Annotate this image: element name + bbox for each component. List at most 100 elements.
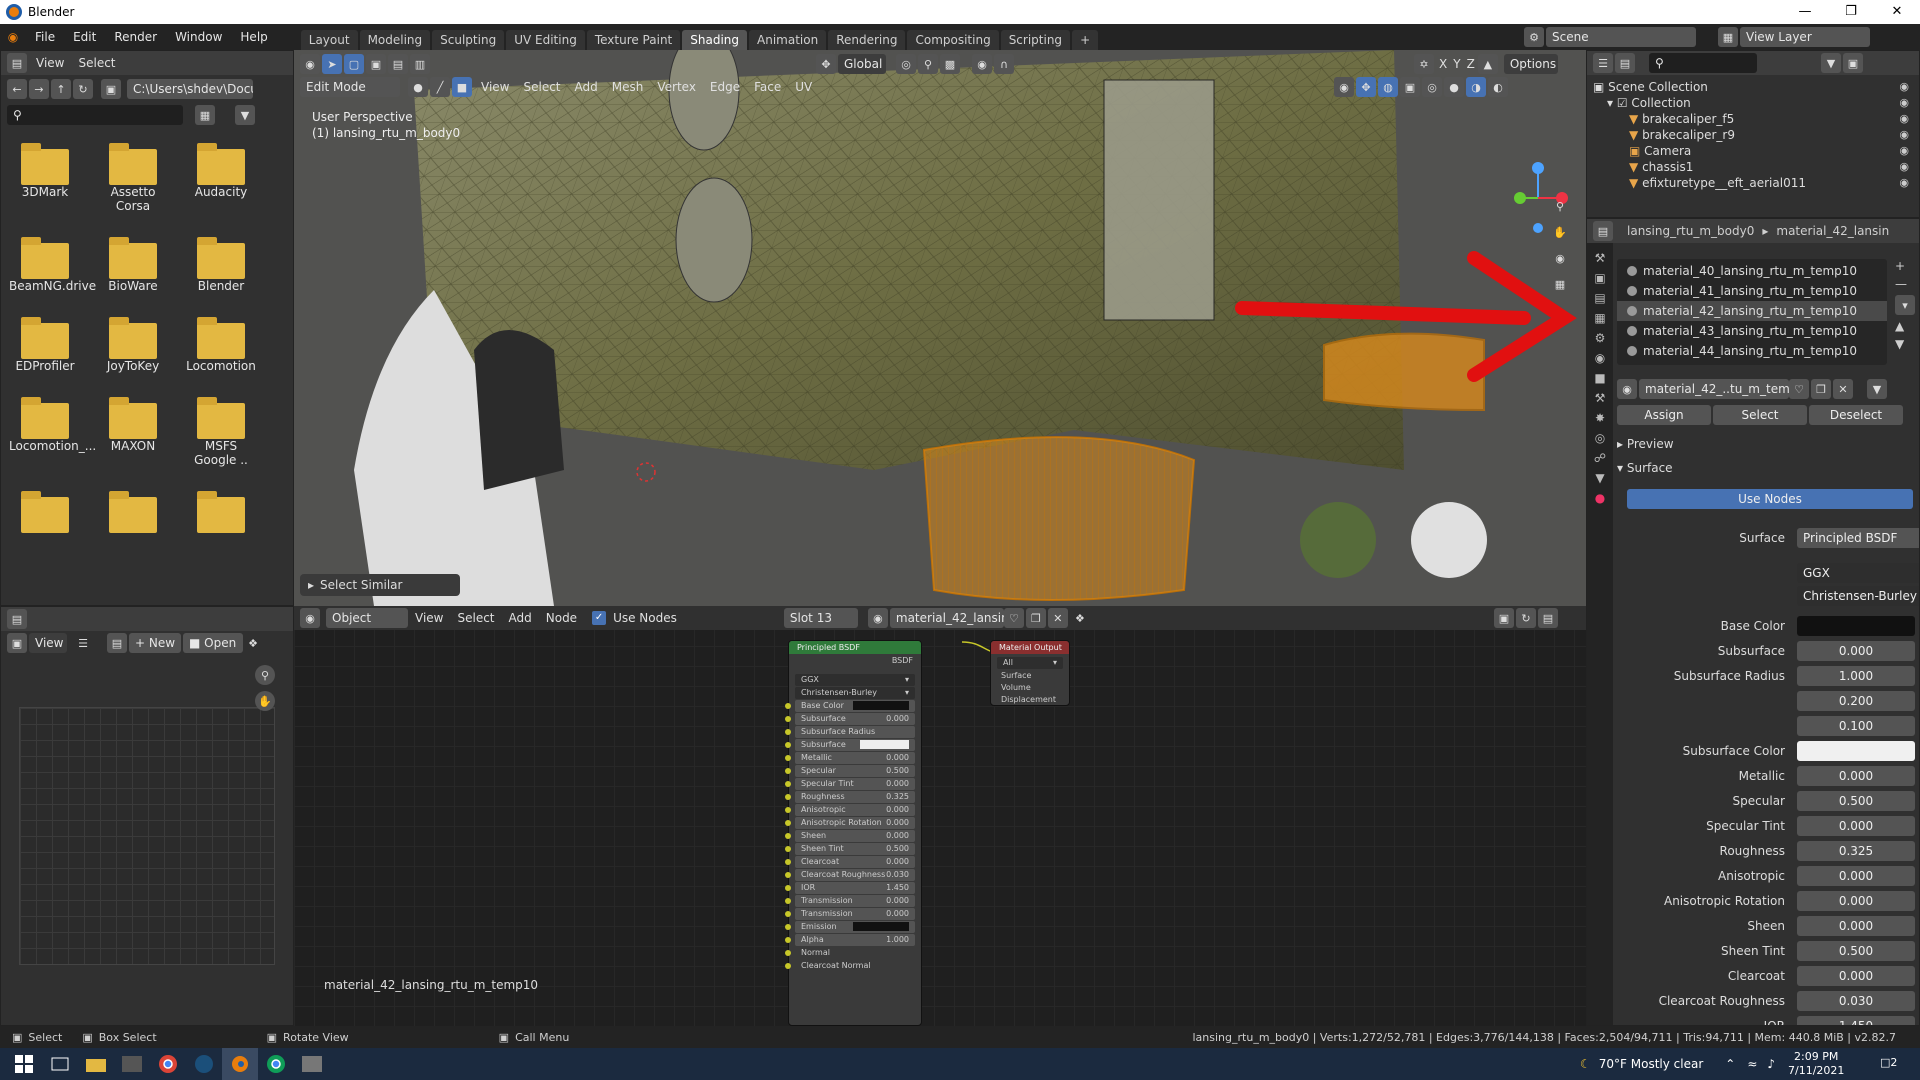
mirror-icon[interactable]: ✡ <box>1414 54 1434 74</box>
input-socket[interactable] <box>785 755 791 761</box>
transform-orientation-icon[interactable]: ✥ <box>816 54 836 74</box>
filter-icon[interactable]: ▼ <box>235 105 255 125</box>
material-output-node[interactable]: Material Output All ▾ Surface Volume Disp… <box>990 640 1070 706</box>
windows-start-icon[interactable] <box>6 1048 42 1080</box>
input-socket[interactable] <box>785 742 791 748</box>
zoom-icon[interactable]: ⚲ <box>1550 196 1570 216</box>
property-value-field[interactable]: 0.500 <box>1797 790 1915 811</box>
volume-icon[interactable]: ♪ <box>1767 1057 1775 1071</box>
outliner-collection[interactable]: ▾ ☑ Collection <box>1587 95 1919 111</box>
outliner-item[interactable]: ▼ brakecaliper_r9 <box>1587 127 1919 143</box>
gizmo-icon[interactable]: ✥ <box>1356 77 1376 97</box>
outliner-item[interactable]: ▼ efixturetype__eft_aerial011 <box>1587 175 1919 191</box>
object-tab-icon[interactable]: ■ <box>1594 371 1605 385</box>
visibility-icon[interactable]: ◉ <box>1334 77 1354 97</box>
input-socket[interactable] <box>785 937 791 943</box>
folder-item[interactable] <box>185 489 257 533</box>
duplicate-material-icon[interactable]: ❐ <box>1025 608 1046 628</box>
bsdf-input-row[interactable]: Emission <box>785 921 915 933</box>
input-socket[interactable] <box>785 924 791 930</box>
blender-menu-icon[interactable]: ◉ <box>0 30 26 44</box>
folder-item[interactable]: MAXON <box>97 395 169 467</box>
vp-menu-add[interactable]: Add <box>568 76 605 98</box>
ortho-toggle-icon[interactable]: ▦ <box>1550 274 1570 294</box>
input-socket[interactable] <box>785 820 791 826</box>
folder-item[interactable]: MSFS Google .. <box>185 395 257 467</box>
proportional-edit-icon[interactable]: ◉ <box>972 54 992 74</box>
output-socket-surface[interactable]: Surface <box>991 670 1069 682</box>
input-socket[interactable] <box>785 846 791 852</box>
add-slot-icon[interactable]: + <box>1895 259 1917 273</box>
folder-item[interactable]: Blender <box>185 235 257 293</box>
bsdf-input-row[interactable]: Clearcoat Roughness 0.030 <box>785 869 915 881</box>
invert-mode-icon[interactable]: ▥ <box>410 54 430 74</box>
property-value-field[interactable] <box>1797 615 1915 636</box>
input-socket[interactable] <box>785 768 791 774</box>
link-type-icon[interactable]: ▼ <box>1867 379 1887 399</box>
chrome-icon[interactable] <box>150 1048 186 1080</box>
steam-icon[interactable] <box>186 1048 222 1080</box>
extend-mode-icon[interactable]: ▣ <box>366 54 386 74</box>
restore-button[interactable]: ❐ <box>1828 0 1874 24</box>
unlink-material-icon[interactable]: ✕ <box>1833 379 1853 399</box>
image-mode-icon[interactable]: ▣ <box>7 633 27 653</box>
vp-menu-select[interactable]: Select <box>516 76 567 98</box>
menu-help[interactable]: Help <box>231 24 276 50</box>
bsdf-input-row[interactable]: Anisotropic Rotation 0.000 <box>785 817 915 829</box>
principled-bsdf-node[interactable]: Principled BSDF BSDF GGX ▾ Christensen-Bu… <box>785 640 922 1026</box>
tab-sculpting[interactable]: Sculpting <box>432 30 505 50</box>
folder-item[interactable]: Locomotion_... <box>9 395 96 467</box>
ne-menu-select[interactable]: Select <box>450 607 501 629</box>
bsdf-input-row[interactable]: Specular Tint 0.000 <box>785 778 915 790</box>
outliner-editor-type-icon[interactable]: ☰ <box>1593 53 1613 73</box>
3d-viewport[interactable]: ◉ ➤ ▢ ▣ ▤ ▥ ✥ Global ◎ ⚲ ▩ ◉ ∩ ✡ X Y Z ▲… <box>294 50 1586 606</box>
image-browse-icon[interactable]: ▤ <box>107 633 127 653</box>
unlink-material-icon[interactable]: ✕ <box>1047 608 1068 628</box>
duplicate-material-icon[interactable]: ❐ <box>1811 379 1831 399</box>
particles-tab-icon[interactable]: ✸ <box>1595 411 1605 425</box>
snap-node-icon[interactable]: ▣ <box>1494 608 1514 628</box>
mode-dropdown[interactable]: Edit Mode <box>300 77 400 97</box>
subtract-mode-icon[interactable]: ▤ <box>388 54 408 74</box>
node-editor-type-icon[interactable]: ◉ <box>300 608 320 628</box>
bsdf-input-row[interactable]: Roughness 0.325 <box>785 791 915 803</box>
outliner-item[interactable]: ▼ chassis1 <box>1587 159 1919 175</box>
face-select-icon[interactable]: ■ <box>452 77 472 97</box>
outliner-search-input[interactable]: ⚲ <box>1649 53 1757 73</box>
open-image-button[interactable]: ■ Open <box>183 633 243 653</box>
property-value-field[interactable]: 0.000 <box>1797 915 1915 936</box>
property-value-field[interactable]: 0.000 <box>1797 815 1915 836</box>
assign-button[interactable]: Assign <box>1617 405 1711 425</box>
folder-item[interactable]: BioWare <box>97 235 169 293</box>
input-socket[interactable] <box>785 963 791 969</box>
material-slot-item[interactable]: material_44_lansing_rtu_m_temp10 <box>1617 341 1887 361</box>
bsdf-input-row[interactable]: Alpha 1.000 <box>785 934 915 946</box>
use-nodes-button[interactable]: Use Nodes <box>1627 489 1913 509</box>
folder-item[interactable]: Locomotion <box>185 315 257 373</box>
tab-texture-paint[interactable]: Texture Paint <box>586 30 681 50</box>
image-view-menu[interactable]: View <box>29 633 67 653</box>
deselect-button[interactable]: Deselect <box>1809 405 1903 425</box>
constraints-tab-icon[interactable]: ☍ <box>1594 451 1606 465</box>
tab-shading[interactable]: Shading <box>682 30 747 50</box>
input-socket[interactable] <box>785 911 791 917</box>
menu-render[interactable]: Render <box>105 24 166 50</box>
property-value-field[interactable]: 1.000 <box>1797 665 1915 686</box>
viewport-editor-type-icon[interactable]: ◉ <box>300 54 320 74</box>
render-shading-icon[interactable]: ◐ <box>1488 77 1508 97</box>
snap-icon[interactable]: ⚲ <box>918 54 938 74</box>
select-tool-icon[interactable]: ➤ <box>322 54 342 74</box>
input-socket[interactable] <box>785 950 791 956</box>
vp-menu-mesh[interactable]: Mesh <box>605 76 651 98</box>
eye-icon[interactable]: ◉ <box>1899 127 1909 143</box>
select-button[interactable]: Select <box>1713 405 1807 425</box>
new-collection-icon[interactable]: ▣ <box>1843 53 1863 73</box>
blender-task-icon[interactable] <box>222 1048 258 1080</box>
output-socket-displacement[interactable]: Displacement <box>991 694 1069 706</box>
vp-menu-edge[interactable]: Edge <box>703 76 747 98</box>
output-socket-volume[interactable]: Volume <box>991 682 1069 694</box>
node-overlay-icon[interactable]: ▤ <box>1538 608 1558 628</box>
fb-menu-select[interactable]: Select <box>71 52 122 74</box>
tab-modeling[interactable]: Modeling <box>359 30 431 50</box>
move-up-icon[interactable]: ▲ <box>1895 319 1917 333</box>
